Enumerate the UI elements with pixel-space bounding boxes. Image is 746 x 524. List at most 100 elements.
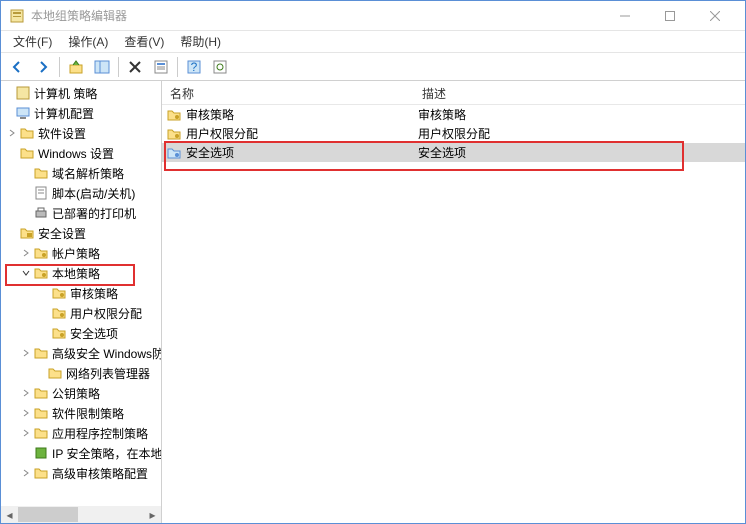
chevron-right-icon[interactable] <box>19 466 33 480</box>
expander-icon <box>1 86 15 100</box>
help-button[interactable]: ? <box>182 55 206 79</box>
tree-windows-settings[interactable]: Windows 设置 <box>1 143 161 163</box>
tree-label: 软件设置 <box>38 125 86 142</box>
list-item-security-options[interactable]: 安全选项 安全选项 <box>162 143 745 162</box>
tree-app-control[interactable]: 应用程序控制策略 <box>1 423 161 443</box>
tree-account-policies[interactable]: 帐户策略 <box>1 243 161 263</box>
chevron-right-icon[interactable] <box>19 406 33 420</box>
tree-ip-security[interactable]: IP 安全策略，在本地计算机 <box>1 443 161 463</box>
expander-icon <box>5 226 19 240</box>
tree-label: 软件限制策略 <box>52 405 124 422</box>
tree-netlist-mgr[interactable]: 网络列表管理器 <box>1 363 161 383</box>
show-hide-tree-button[interactable] <box>90 55 114 79</box>
forward-button[interactable] <box>31 55 55 79</box>
menu-action[interactable]: 操作(A) <box>60 31 116 52</box>
folder-icon <box>19 125 35 141</box>
delete-button[interactable] <box>123 55 147 79</box>
maximize-button[interactable] <box>647 1 692 31</box>
printer-icon <box>33 205 49 221</box>
tree-security-options[interactable]: 安全选项 <box>1 323 161 343</box>
chevron-right-icon[interactable] <box>19 426 33 440</box>
expander-icon <box>19 166 33 180</box>
up-button[interactable] <box>64 55 88 79</box>
list-item-desc: 审核策略 <box>418 106 745 123</box>
folder-lock-icon <box>51 285 67 301</box>
app-icon <box>9 8 25 24</box>
tree-horizontal-scrollbar[interactable]: ◂ ▸ <box>1 506 161 523</box>
tree-computer-config[interactable]: 计算机配置 <box>1 103 161 123</box>
tree-label: 公钥策略 <box>52 385 100 402</box>
properties-button[interactable] <box>149 55 173 79</box>
tree-dns-policy[interactable]: 域名解析策略 <box>1 163 161 183</box>
folder-icon <box>19 145 35 161</box>
back-button[interactable] <box>5 55 29 79</box>
column-name[interactable]: 名称 <box>162 81 414 104</box>
chevron-right-icon[interactable] <box>19 346 33 360</box>
folder-icon <box>33 385 49 401</box>
tree-label: Windows 设置 <box>38 145 114 162</box>
menu-help[interactable]: 帮助(H) <box>172 31 229 52</box>
toolbar-separator <box>177 57 178 77</box>
close-button[interactable] <box>692 1 737 31</box>
folder-lock-icon <box>166 107 182 123</box>
tree-label: 脚本(启动/关机) <box>52 185 135 202</box>
tree-label: 高级安全 Windows防火墙 <box>52 345 162 362</box>
tree-software-restrict[interactable]: 软件限制策略 <box>1 403 161 423</box>
toolbar: ? <box>1 53 745 81</box>
folder-lock-icon <box>51 325 67 341</box>
expander-icon <box>37 286 51 300</box>
tree-audit-policy[interactable]: 审核策略 <box>1 283 161 303</box>
folder-lock-icon <box>33 245 49 261</box>
refresh-button[interactable] <box>208 55 232 79</box>
tree-label: 计算机 策略 <box>34 85 97 102</box>
list-item-desc: 安全选项 <box>418 144 745 161</box>
expander-icon <box>5 146 19 160</box>
folder-icon <box>33 425 49 441</box>
tree-adv-firewall[interactable]: 高级安全 Windows防火墙 <box>1 343 161 363</box>
tree-label: 计算机配置 <box>34 105 94 122</box>
tree-local-policies[interactable]: 本地策略 <box>1 263 161 283</box>
chevron-right-icon[interactable] <box>19 246 33 260</box>
list-item-user-rights[interactable]: 用户权限分配 用户权限分配 <box>162 124 745 143</box>
expander-icon <box>1 106 15 120</box>
script-icon <box>33 185 49 201</box>
tree-root[interactable]: 计算机 策略 <box>1 83 161 103</box>
scroll-left-icon[interactable]: ◂ <box>1 506 18 523</box>
tree-label: 用户权限分配 <box>70 305 142 322</box>
tree-public-key[interactable]: 公钥策略 <box>1 383 161 403</box>
expander-icon <box>19 186 33 200</box>
list-pane: 名称 描述 审核策略 审核策略 用户权限分配 用户权限分配 安全选项 安全选项 <box>162 81 745 523</box>
folder-lock-icon <box>166 145 182 161</box>
tree-label: 安全选项 <box>70 325 118 342</box>
tree-user-rights[interactable]: 用户权限分配 <box>1 303 161 323</box>
list-item-audit-policy[interactable]: 审核策略 审核策略 <box>162 105 745 124</box>
expander-icon <box>37 326 51 340</box>
expander-icon <box>37 306 51 320</box>
scroll-thumb[interactable] <box>18 507 78 522</box>
toolbar-separator <box>118 57 119 77</box>
tree-security-settings[interactable]: 安全设置 <box>1 223 161 243</box>
security-icon <box>33 445 49 461</box>
minimize-button[interactable] <box>602 1 647 31</box>
computer-icon <box>15 105 31 121</box>
tree-adv-audit[interactable]: 高级审核策略配置 <box>1 463 161 483</box>
tree-scripts[interactable]: 脚本(启动/关机) <box>1 183 161 203</box>
list-item-name: 用户权限分配 <box>186 125 418 142</box>
tree-software-settings[interactable]: 软件设置 <box>1 123 161 143</box>
tree-printers[interactable]: 已部署的打印机 <box>1 203 161 223</box>
folder-icon <box>33 465 49 481</box>
chevron-right-icon[interactable] <box>5 126 19 140</box>
folder-lock-icon <box>51 305 67 321</box>
folder-lock-icon <box>33 265 49 281</box>
tree-label: 高级审核策略配置 <box>52 465 148 482</box>
menu-view[interactable]: 查看(V) <box>116 31 172 52</box>
chevron-down-icon[interactable] <box>19 266 33 280</box>
chevron-right-icon[interactable] <box>19 386 33 400</box>
list-body: 审核策略 审核策略 用户权限分配 用户权限分配 安全选项 安全选项 <box>162 105 745 523</box>
scroll-right-icon[interactable]: ▸ <box>144 506 161 523</box>
column-desc[interactable]: 描述 <box>414 81 745 104</box>
list-item-name: 安全选项 <box>186 144 418 161</box>
security-icon <box>19 225 35 241</box>
expander-icon <box>19 446 33 460</box>
menu-file[interactable]: 文件(F) <box>5 31 60 52</box>
